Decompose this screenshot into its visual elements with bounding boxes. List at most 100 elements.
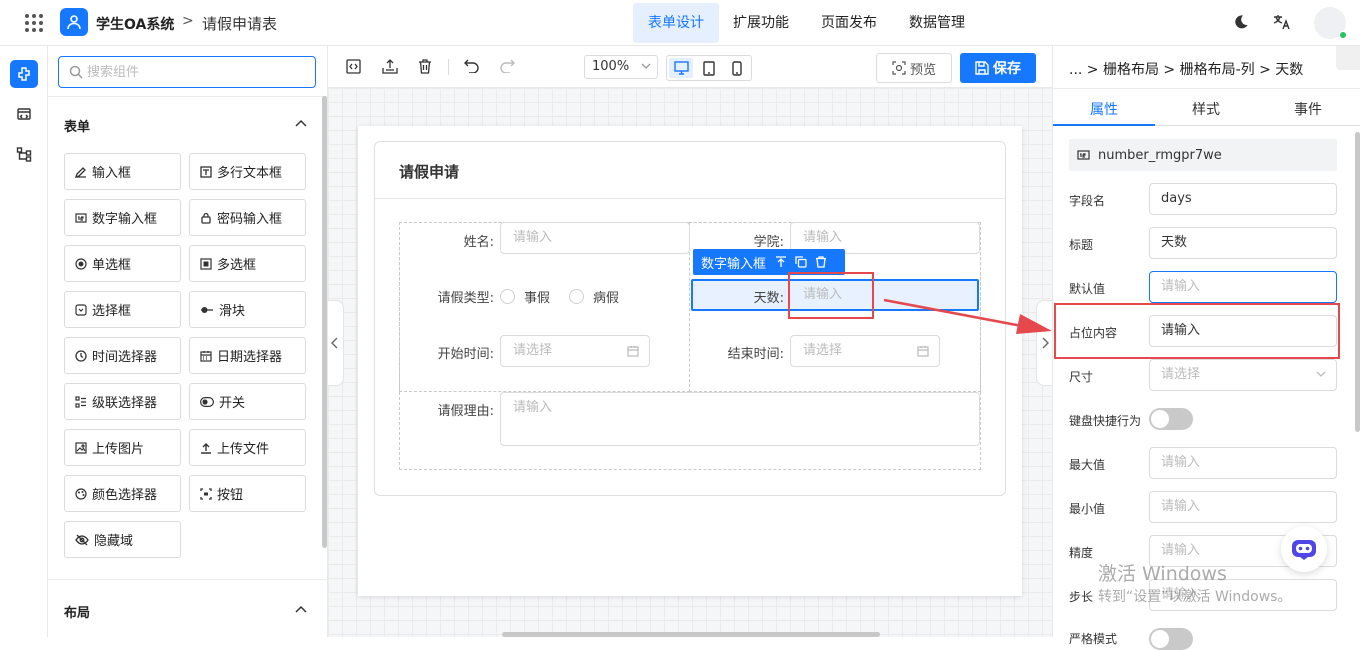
divider (48, 96, 328, 97)
preview-icon (892, 61, 906, 75)
canvas-horizontal-scrollbar[interactable] (502, 632, 880, 637)
min-value-input[interactable]: 请输入 (1149, 491, 1337, 523)
tab-publish[interactable]: 页面发布 (811, 3, 887, 43)
component-password-input[interactable]: 密码输入框 (189, 199, 306, 236)
calendar-icon (200, 350, 212, 362)
tab-form-design[interactable]: 表单设计 (633, 3, 719, 43)
number-icon (75, 212, 87, 223)
default-value-input[interactable]: 请输入 (1149, 271, 1337, 303)
save-button[interactable]: 保存 (960, 53, 1036, 83)
search-input[interactable] (87, 63, 307, 81)
delete-icon[interactable] (815, 256, 827, 268)
title-input[interactable]: 天数 (1149, 227, 1337, 259)
component-radio[interactable]: 单选框 (64, 245, 181, 282)
reason-textarea[interactable]: 请输入 (500, 392, 980, 446)
tab-data-management[interactable]: 数据管理 (899, 3, 975, 43)
component-time-picker[interactable]: 时间选择器 (64, 337, 181, 374)
tab-properties[interactable]: 属性 (1053, 99, 1155, 119)
toolbar-divider (448, 59, 449, 75)
component-breadcrumb[interactable]: ... > 栅格布局 > 栅格布局-列 > 天数 (1069, 59, 1303, 79)
component-search[interactable] (58, 56, 316, 88)
component-color-picker[interactable]: 颜色选择器 (64, 475, 181, 512)
assistant-bot-button[interactable] (1281, 526, 1327, 572)
code-view-icon[interactable] (346, 59, 361, 74)
tab-extensions[interactable]: 扩展功能 (723, 3, 799, 43)
radio-personal-leave[interactable]: 事假 (500, 287, 550, 306)
eye-off-icon (75, 534, 89, 545)
collapse-left-handle[interactable] (328, 300, 344, 386)
breadcrumb-separator: > (182, 13, 194, 29)
checkbox-icon (200, 257, 212, 270)
component-panel: 表单 输入框 多行文本框 数字输入框 密码输入框 单选框 多选框 选择框 滑块 … (48, 46, 328, 637)
windows-watermark-title: 激活 Windows (1098, 563, 1227, 585)
expand-corner-icon[interactable] (1336, 46, 1360, 70)
chevron-left-icon (331, 337, 338, 349)
mobile-icon[interactable] (725, 58, 749, 78)
properties-scrollbar[interactable] (1355, 132, 1360, 432)
tab-style[interactable]: 样式 (1155, 99, 1257, 119)
switch-knob (1151, 410, 1169, 428)
tablet-icon[interactable] (697, 58, 721, 78)
component-select[interactable]: 选择框 (64, 291, 181, 328)
move-up-icon[interactable] (775, 256, 787, 268)
max-value-input[interactable]: 请输入 (1149, 447, 1337, 479)
chevron-down-icon (641, 63, 651, 69)
copy-icon[interactable] (795, 256, 807, 268)
components-icon[interactable] (10, 60, 38, 88)
field-name-input[interactable]: days (1149, 183, 1337, 215)
size-label: 尺寸 (1069, 370, 1094, 384)
component-textarea[interactable]: 多行文本框 (189, 153, 306, 190)
undo-icon[interactable] (464, 59, 479, 73)
selected-component-name: 数字输入框 (701, 256, 767, 272)
online-status-dot (1339, 31, 1347, 39)
component-upload-image[interactable]: 上传图片 (64, 429, 181, 466)
app-title[interactable]: 学生OA系统 (96, 14, 174, 34)
component-slider[interactable]: 滑块 (189, 291, 306, 328)
lock-icon (201, 212, 211, 224)
switch-knob (1151, 630, 1169, 648)
zoom-select[interactable]: 100% (584, 55, 658, 79)
default-value-label: 默认值 (1069, 282, 1106, 296)
avatar[interactable] (1314, 7, 1347, 39)
name-input[interactable]: 请输入 (500, 222, 690, 254)
apps-grid-icon[interactable] (24, 13, 44, 33)
clock-icon (75, 349, 87, 362)
size-select[interactable]: 请选择 (1149, 359, 1337, 391)
keyboard-behavior-switch[interactable] (1149, 408, 1193, 430)
preview-button[interactable]: 预览 (876, 53, 952, 83)
calendar-icon (917, 346, 929, 357)
tab-events[interactable]: 事件 (1257, 99, 1359, 119)
translate-icon[interactable] (1273, 14, 1291, 30)
desktop-icon[interactable] (669, 58, 693, 78)
component-date-picker[interactable]: 日期选择器 (189, 337, 306, 374)
end-time-picker[interactable]: 请选择 (790, 335, 940, 367)
radio-sick-leave[interactable]: 病假 (569, 287, 619, 306)
save-icon (975, 61, 989, 75)
component-panel-scrollbar[interactable] (322, 96, 327, 548)
component-button[interactable]: 按钮 (189, 475, 306, 512)
component-checkbox[interactable]: 多选框 (189, 245, 306, 282)
component-input[interactable]: 输入框 (64, 153, 181, 190)
palette-icon (75, 487, 87, 500)
code-icon[interactable] (10, 100, 38, 128)
moon-icon[interactable] (1233, 14, 1249, 30)
component-switch[interactable]: 开关 (189, 383, 306, 420)
chevron-up-icon[interactable] (295, 119, 307, 127)
component-hidden-field[interactable]: 隐藏域 (64, 521, 181, 558)
end-time-label: 结束时间: (727, 347, 784, 362)
strict-mode-switch[interactable] (1149, 628, 1193, 650)
delete-icon[interactable] (418, 59, 432, 74)
component-cascader[interactable]: 级联选择器 (64, 383, 181, 420)
component-number-input[interactable]: 数字输入框 (64, 199, 181, 236)
chevron-up-icon[interactable] (295, 605, 307, 613)
reason-label: 请假理由: (437, 404, 494, 419)
tree-icon[interactable] (10, 140, 38, 168)
image-icon (75, 441, 87, 454)
redo-icon[interactable] (500, 59, 515, 73)
component-upload-file[interactable]: 上传文件 (189, 429, 306, 466)
device-switcher (666, 55, 752, 81)
precision-label: 精度 (1069, 546, 1094, 560)
start-time-picker[interactable]: 请选择 (500, 335, 650, 367)
export-icon[interactable] (382, 59, 398, 74)
textarea-icon (200, 165, 212, 178)
